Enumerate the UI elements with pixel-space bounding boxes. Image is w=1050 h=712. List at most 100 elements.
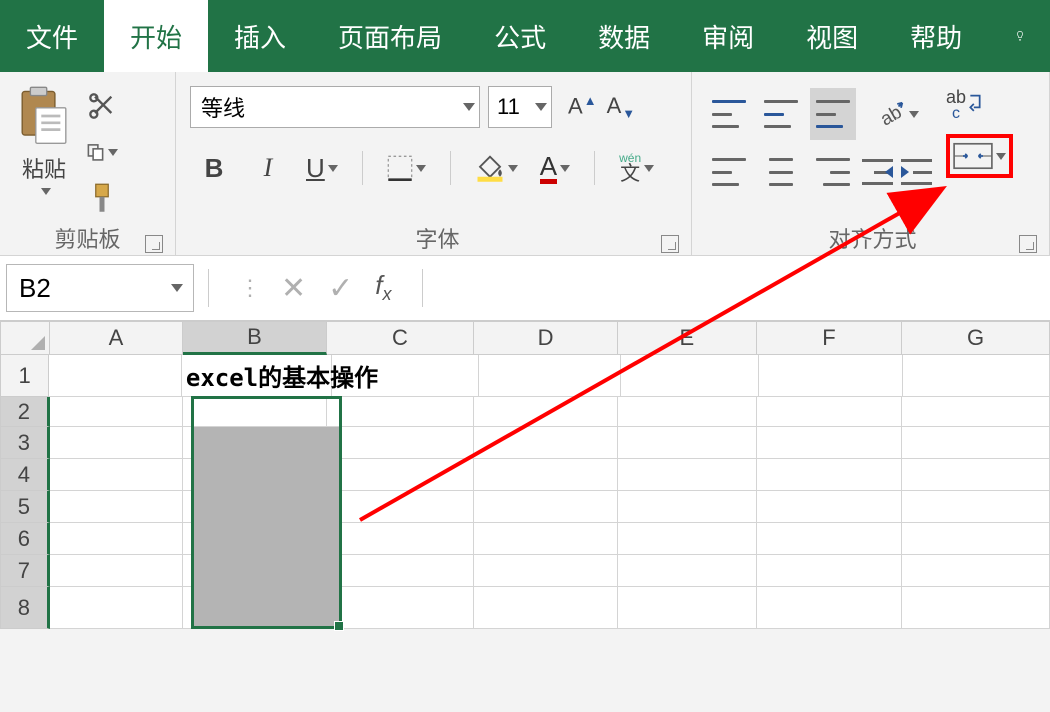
cell[interactable] [327,397,475,427]
cell[interactable] [757,397,902,427]
cell[interactable] [757,555,902,587]
column-header[interactable]: G [902,321,1050,355]
font-color-button[interactable]: A [540,153,570,184]
cell[interactable] [902,397,1050,427]
row-header[interactable]: 6 [0,523,50,555]
cell[interactable] [902,555,1050,587]
cell[interactable] [618,555,757,587]
underline-button[interactable]: U [306,153,338,184]
decrease-font-size-button[interactable]: A▼ [607,93,636,121]
cell[interactable] [50,397,184,427]
tab-insert[interactable]: 插入 [208,0,312,72]
tab-home[interactable]: 开始 [104,0,208,72]
cut-button[interactable] [86,90,118,122]
tell-me-bulb-icon[interactable] [990,0,1050,72]
cell[interactable] [474,523,617,555]
tab-review[interactable]: 审阅 [676,0,780,72]
cell[interactable] [757,427,902,459]
increase-font-size-button[interactable]: A▲ [568,93,597,121]
cell[interactable] [618,523,757,555]
cell[interactable] [50,427,184,459]
cell[interactable]: excel的基本操作 [182,355,332,397]
orientation-button[interactable]: ab [862,88,932,140]
cell[interactable] [49,355,182,397]
cell[interactable] [50,523,184,555]
align-right-button[interactable] [810,146,856,198]
cell[interactable] [50,587,184,629]
cell[interactable] [618,491,757,523]
align-top-button[interactable] [706,88,752,140]
formula-input[interactable] [437,264,1044,312]
cell[interactable] [50,459,184,491]
copy-button[interactable] [86,136,118,168]
cell[interactable] [902,587,1050,629]
cell[interactable] [902,491,1050,523]
column-header[interactable]: E [618,321,757,355]
format-painter-button[interactable] [86,182,118,214]
cell[interactable] [327,523,475,555]
tab-view[interactable]: 视图 [780,0,884,72]
align-middle-button[interactable] [758,88,804,140]
cell[interactable] [50,555,184,587]
italic-button[interactable]: I [252,150,284,186]
column-header[interactable]: D [474,321,617,355]
font-name-combo[interactable]: 等线 [190,86,480,128]
cell[interactable] [183,555,326,587]
cell[interactable] [327,555,475,587]
tab-formulas[interactable]: 公式 [468,0,572,72]
borders-button[interactable] [387,155,426,181]
cell[interactable] [183,491,326,523]
align-center-button[interactable] [758,146,804,198]
cell[interactable] [474,459,617,491]
select-all-button[interactable] [0,321,50,355]
row-header[interactable]: 2 [0,397,50,427]
decrease-indent-button[interactable] [862,159,893,185]
align-bottom-button[interactable] [810,88,856,140]
cell[interactable] [327,491,475,523]
font-size-combo[interactable]: 11 [488,86,552,128]
cell[interactable] [618,587,757,629]
bold-button[interactable]: B [198,150,230,186]
merge-center-button[interactable] [946,134,1013,178]
cell[interactable] [757,459,902,491]
column-header[interactable]: A [50,321,184,355]
cell[interactable] [757,523,902,555]
alignment-launcher[interactable] [1019,235,1037,253]
cell[interactable] [479,355,621,397]
cell[interactable] [618,427,757,459]
cell[interactable] [327,587,475,629]
cell[interactable] [327,459,475,491]
fill-color-button[interactable] [475,154,518,182]
tab-help[interactable]: 帮助 [884,0,988,72]
cell[interactable] [327,427,475,459]
cell[interactable] [757,587,902,629]
cell[interactable] [183,523,326,555]
cell[interactable] [50,491,184,523]
cell[interactable] [902,459,1050,491]
cancel-button[interactable]: ✕ [281,271,306,306]
cell[interactable] [618,397,757,427]
align-left-button[interactable] [706,146,752,198]
cell[interactable] [759,355,903,397]
cell[interactable] [757,491,902,523]
enter-button[interactable]: ✓ [328,271,353,306]
cell[interactable] [183,459,326,491]
row-header[interactable]: 8 [0,587,50,629]
clipboard-launcher[interactable] [145,235,163,253]
cell[interactable] [903,355,1050,397]
cell[interactable] [618,459,757,491]
cell[interactable] [902,427,1050,459]
tab-page-layout[interactable]: 页面布局 [312,0,468,72]
paste-button[interactable]: 粘贴 [6,78,82,195]
wrap-text-button[interactable]: ab c [946,88,1013,122]
cell[interactable] [474,397,617,427]
column-header[interactable]: F [757,321,902,355]
cell[interactable] [183,587,326,629]
cell[interactable] [183,427,326,459]
column-header[interactable]: B [183,321,326,355]
cell[interactable] [902,523,1050,555]
tab-data[interactable]: 数据 [572,0,676,72]
cell[interactable] [474,427,617,459]
row-header[interactable]: 7 [0,555,50,587]
cell[interactable] [621,355,759,397]
